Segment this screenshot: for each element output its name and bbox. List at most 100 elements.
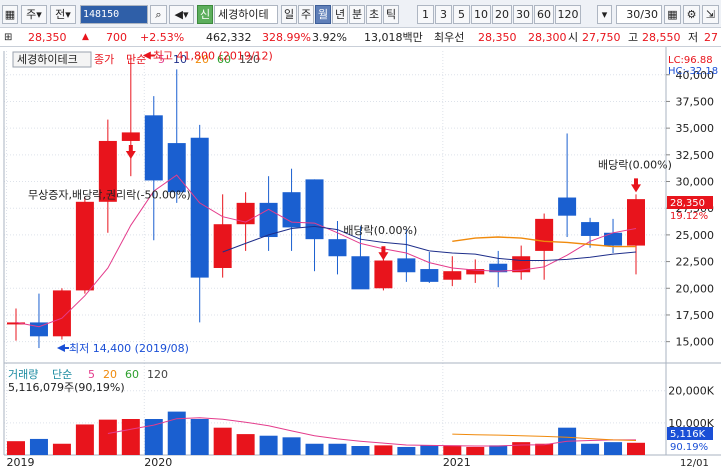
volume-value: 462,332 bbox=[206, 31, 252, 44]
interval-button-2[interactable]: 5 bbox=[453, 5, 470, 24]
high-price: 28,550 bbox=[642, 31, 681, 44]
volume-bar bbox=[512, 442, 531, 455]
data-count-value: 30/30 bbox=[626, 8, 658, 21]
interval-button-4[interactable]: 20 bbox=[492, 5, 512, 24]
interval-button-0[interactable]: 1 bbox=[417, 5, 434, 24]
low-price: 27 bbox=[704, 31, 718, 44]
volume-legend-ma-type: 단순 bbox=[52, 368, 72, 381]
low-annotation: 최저 14,400 (2019/08) bbox=[69, 342, 189, 355]
candle-body bbox=[190, 137, 209, 278]
volume-bar bbox=[52, 443, 71, 455]
price-tick-label: 30,000 bbox=[676, 176, 715, 189]
candle-body bbox=[443, 271, 462, 280]
volume-bar bbox=[236, 434, 255, 455]
market-type-select[interactable]: 주▾ bbox=[21, 5, 47, 24]
period-button-2[interactable]: 월 bbox=[315, 5, 331, 24]
expand-icon[interactable]: ⇲ bbox=[702, 5, 719, 24]
candle-body bbox=[558, 197, 577, 216]
high-label: 고 bbox=[628, 31, 639, 44]
settings-icon[interactable]: ⚙ bbox=[683, 5, 700, 24]
low-label: 저 bbox=[688, 31, 699, 44]
candle-body bbox=[213, 224, 232, 268]
volume-tick-label: 20,000K bbox=[668, 385, 714, 398]
sub-type-label: 전 bbox=[55, 8, 66, 21]
volume-bar bbox=[7, 441, 25, 455]
volume-bar bbox=[466, 446, 485, 455]
price-tick-label: 20,000 bbox=[676, 282, 715, 295]
search-icon[interactable]: ⌕ bbox=[150, 5, 167, 24]
grid-icon[interactable]: ▦ bbox=[664, 5, 681, 24]
end-date-label: 12/01 bbox=[680, 458, 709, 469]
dividend-annotation-2: 배당락(0.00%) bbox=[598, 158, 672, 171]
data-count-input[interactable]: 30/30 bbox=[616, 5, 662, 24]
open-price: 27,750 bbox=[582, 31, 621, 44]
volume-bar bbox=[627, 442, 645, 455]
lock-icon: ⊞ bbox=[4, 32, 13, 43]
candle-body bbox=[259, 202, 278, 238]
candle-body bbox=[420, 269, 439, 282]
candle-body bbox=[144, 115, 163, 181]
candle-body bbox=[581, 222, 600, 236]
volume-bar bbox=[282, 437, 301, 455]
chart-window-icon[interactable]: ▦ bbox=[2, 5, 18, 24]
volume-legend-label: 거래량 bbox=[8, 368, 38, 381]
time-tick-label: 2019 bbox=[7, 456, 35, 469]
volume-bar bbox=[144, 419, 163, 455]
high-annotation: 최고 41,800 (2019/12) bbox=[153, 50, 273, 63]
stock-code-input[interactable]: 148150 bbox=[80, 5, 148, 24]
current-price: 28,350 bbox=[28, 31, 67, 44]
price-tick-label: 15,000 bbox=[676, 336, 715, 349]
period-button-6[interactable]: 틱 bbox=[383, 5, 399, 24]
volume-bar bbox=[29, 438, 48, 455]
candle-body bbox=[121, 132, 140, 141]
price-tick-label: 17,500 bbox=[676, 309, 715, 322]
rights-annotation: 무상증자,배당락,권리락(-50.00%) bbox=[28, 189, 191, 202]
candle-body bbox=[351, 256, 370, 290]
market-type-label: 주 bbox=[26, 8, 37, 21]
interval-button-6[interactable]: 60 bbox=[534, 5, 554, 24]
period-button-3[interactable]: 년 bbox=[332, 5, 348, 24]
volume-current-tag-label: 5,116K bbox=[670, 429, 706, 440]
lc-label: LC:96.88 bbox=[668, 55, 713, 66]
volume-legend-period-5: 5 bbox=[88, 368, 95, 381]
stock-code-value: 148150 bbox=[83, 9, 120, 20]
toolbar: ▦ 주▾ 전▾ 148150 ⌕ ◀▾ 신 세경하이테 일주월년분초틱 1351… bbox=[0, 0, 721, 28]
volume-legend-period-20: 20 bbox=[103, 368, 117, 381]
change-up-icon: ▲ bbox=[82, 32, 89, 42]
volume-bar bbox=[443, 445, 462, 455]
speaker-icon[interactable]: ◀▾ bbox=[169, 5, 194, 24]
ask-price: 28,350 bbox=[478, 31, 517, 44]
sin-button[interactable]: 신 bbox=[197, 5, 213, 24]
candle-body bbox=[328, 239, 347, 257]
period-button-5[interactable]: 초 bbox=[366, 5, 382, 24]
interval-button-7[interactable]: 120 bbox=[555, 5, 581, 24]
interval-button-3[interactable]: 10 bbox=[471, 5, 491, 24]
volume-info: 5,116,079주(90,19%) bbox=[8, 381, 125, 394]
period-button-4[interactable]: 분 bbox=[349, 5, 365, 24]
volume-bar bbox=[121, 419, 140, 455]
volume-bar bbox=[98, 419, 117, 455]
candle-body bbox=[305, 179, 324, 240]
volume-bar bbox=[259, 435, 278, 455]
price-tick-label: 37,500 bbox=[676, 95, 715, 108]
sub-type-select[interactable]: 전▾ bbox=[50, 5, 76, 24]
stock-name-field[interactable]: 세경하이테 bbox=[214, 5, 278, 24]
interval-button-5[interactable]: 30 bbox=[513, 5, 533, 24]
volume-bar bbox=[351, 446, 370, 455]
stock-title: 세경하이테크 bbox=[17, 52, 78, 66]
stock-chart[interactable]: 40,00037,50035,00032,50030,00027,50025,0… bbox=[0, 47, 721, 470]
price-tick-label: 22,500 bbox=[676, 256, 715, 269]
interval-button-1[interactable]: 3 bbox=[435, 5, 452, 24]
period-button-1[interactable]: 주 bbox=[298, 5, 314, 24]
volume-bar bbox=[489, 445, 508, 455]
current-price-tag-label: 28,350 bbox=[670, 198, 705, 209]
volume-bar bbox=[75, 424, 94, 455]
sin-label: 신 bbox=[199, 8, 211, 21]
trade-amount: 13,018백만 bbox=[364, 31, 423, 44]
candle-body bbox=[535, 218, 554, 251]
candle-body bbox=[627, 199, 645, 246]
bid-price: 28,300 bbox=[528, 31, 567, 44]
priority-label: 최우선 bbox=[434, 31, 465, 44]
period-button-0[interactable]: 일 bbox=[281, 5, 297, 24]
down-arrow-icon[interactable]: ▾ bbox=[597, 5, 612, 24]
